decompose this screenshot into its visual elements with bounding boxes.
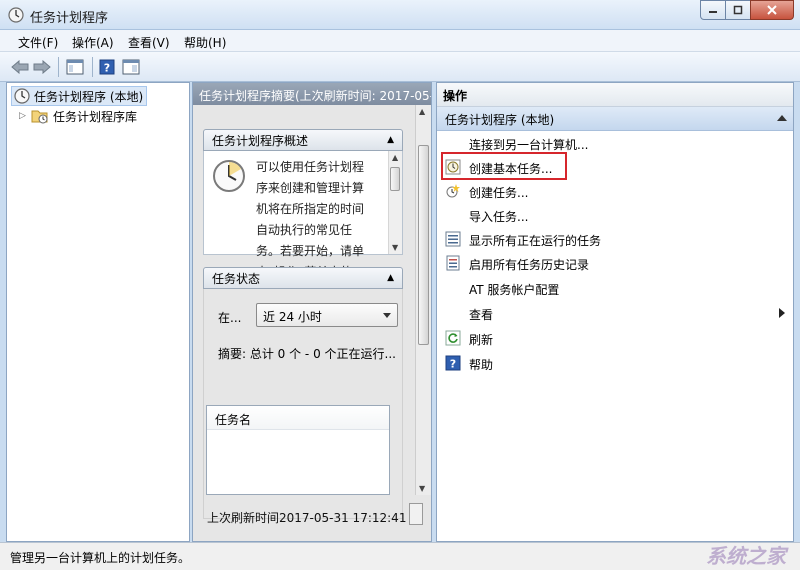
- clock-icon: [14, 88, 30, 104]
- overview-section: 任务计划程序概述 ▲ 可以使用任务计划程 序来创建和管理计算 机将在所指定的时间…: [203, 129, 403, 279]
- task-status-section: 任务状态 ▲ 在... 近 24 小时 摘要: 总计 0 个 - 0 个正在运行…: [203, 267, 403, 519]
- scroll-down-icon[interactable]: ▼: [392, 243, 398, 252]
- tree-item-label: 任务计划程序库: [53, 109, 138, 124]
- create-task-icon: [446, 184, 460, 198]
- refresh-icon: [445, 330, 461, 346]
- action-refresh[interactable]: 刷新: [437, 326, 793, 350]
- help-toolbar-button[interactable]: ?: [98, 57, 116, 77]
- minimize-icon: [709, 11, 717, 13]
- overview-section-header[interactable]: 任务计划程序概述 ▲: [203, 129, 403, 151]
- forward-button[interactable]: [32, 57, 52, 77]
- toolbar: ?: [0, 52, 800, 82]
- actions-group-header[interactable]: 任务计划程序 (本地): [437, 107, 793, 131]
- close-icon: [767, 5, 777, 15]
- menu-view[interactable]: 查看(V): [128, 34, 170, 51]
- task-status-title: 任务状态: [212, 271, 261, 286]
- status-summary: 摘要: 总计 0 个 - 0 个正在运行...: [218, 347, 396, 361]
- submenu-arrow-icon: [779, 308, 785, 318]
- range-label: 在...: [218, 311, 242, 325]
- close-button[interactable]: [750, 0, 794, 20]
- action-import-task[interactable]: 导入任务...: [437, 203, 793, 227]
- actions-pane: 操作 任务计划程序 (本地) 连接到另一台计算机... 创建基本任务... 创建…: [436, 82, 794, 542]
- menu-help[interactable]: 帮助(H): [184, 34, 226, 51]
- running-tasks-icon: [445, 231, 461, 247]
- show-hide-action-pane-button[interactable]: [120, 57, 142, 77]
- action-enable-history[interactable]: 启用所有任务历史记录: [437, 251, 793, 275]
- clock-app-icon: [8, 7, 24, 23]
- folder-clock-icon: [31, 110, 48, 124]
- expand-arrow-icon[interactable]: ▷: [19, 111, 31, 121]
- status-bar: 管理另一台计算机上的计划任务。: [0, 542, 800, 570]
- forward-arrow-icon: [33, 60, 51, 74]
- task-name-column-header[interactable]: 任务名: [207, 406, 389, 430]
- tree-item-label: 任务计划程序 (本地): [34, 89, 144, 104]
- scroll-up-icon[interactable]: ▲: [392, 153, 398, 162]
- menu-bar: 文件(F) 操作(A) 查看(V) 帮助(H): [0, 30, 800, 52]
- tree-item-task-library[interactable]: ▷ 任务计划程序库: [19, 106, 137, 126]
- summary-header: 任务计划程序摘要(上次刷新时间: 2017-05-3: [193, 83, 431, 105]
- help-icon: ?: [99, 59, 115, 75]
- overview-title: 任务计划程序概述: [212, 133, 309, 148]
- tree-item-task-scheduler-local[interactable]: 任务计划程序 (本地): [11, 86, 148, 106]
- scroll-thumb[interactable]: [418, 145, 429, 345]
- last-refresh-text: 上次刷新时间2017-05-31 17:12:41: [207, 511, 407, 525]
- task-list[interactable]: 任务名: [206, 405, 390, 495]
- overview-scrollbar[interactable]: ▲ ▼: [388, 151, 402, 254]
- action-create-task[interactable]: 创建任务...: [437, 179, 793, 203]
- maximize-button[interactable]: [725, 0, 751, 20]
- console-tree-icon: [66, 59, 84, 75]
- highlight-box: [441, 152, 567, 180]
- action-at-service-config[interactable]: AT 服务帐户配置: [437, 276, 793, 300]
- collapse-icon[interactable]: [777, 115, 787, 121]
- show-hide-console-tree-button[interactable]: [64, 57, 86, 77]
- action-help[interactable]: ? 帮助: [437, 351, 793, 375]
- window-title: 任务计划程序: [30, 11, 109, 26]
- refresh-small-button[interactable]: [409, 503, 423, 525]
- scroll-up-icon[interactable]: ▲: [419, 107, 425, 116]
- watermark: 系统之家: [706, 544, 786, 568]
- minimize-button[interactable]: [700, 0, 726, 20]
- back-arrow-icon: [11, 60, 29, 74]
- scroll-down-icon[interactable]: ▼: [419, 484, 425, 493]
- collapse-icon[interactable]: ▲: [387, 273, 394, 283]
- title-bar: 任务计划程序: [0, 0, 800, 30]
- svg-text:?: ?: [450, 358, 456, 371]
- scroll-thumb[interactable]: [390, 167, 400, 191]
- task-status-header[interactable]: 任务状态 ▲: [203, 267, 403, 289]
- collapse-icon[interactable]: ▲: [387, 135, 394, 145]
- svg-text:?: ?: [104, 62, 110, 75]
- time-range-value: 近 24 小时: [263, 310, 322, 324]
- summary-scrollbar[interactable]: ▲ ▼: [415, 105, 431, 495]
- time-range-dropdown[interactable]: 近 24 小时: [256, 303, 398, 327]
- actions-header: 操作: [437, 83, 793, 107]
- dropdown-arrow-icon: [383, 313, 391, 318]
- summary-pane: 任务计划程序摘要(上次刷新时间: 2017-05-3 任务计划程序概述 ▲ 可以…: [192, 82, 432, 542]
- help-icon: ?: [445, 355, 461, 371]
- maximize-icon: [733, 5, 743, 15]
- menu-file[interactable]: 文件(F): [18, 34, 58, 51]
- actions-group-title: 任务计划程序 (本地): [445, 113, 555, 127]
- back-button[interactable]: [10, 57, 30, 77]
- action-show-running-tasks[interactable]: 显示所有正在运行的任务: [437, 227, 793, 251]
- action-view-menu[interactable]: 查看: [437, 301, 793, 325]
- menu-action[interactable]: 操作(A): [72, 34, 114, 51]
- overview-text: 可以使用任务计划程 序来创建和管理计算 机将在所指定的时间 自动执行的常见任 务…: [256, 160, 365, 279]
- console-tree-pane: 任务计划程序 (本地) ▷ 任务计划程序库: [6, 82, 190, 542]
- action-pane-icon: [122, 59, 140, 75]
- history-icon: [446, 255, 460, 271]
- clock-large-icon: [213, 160, 245, 192]
